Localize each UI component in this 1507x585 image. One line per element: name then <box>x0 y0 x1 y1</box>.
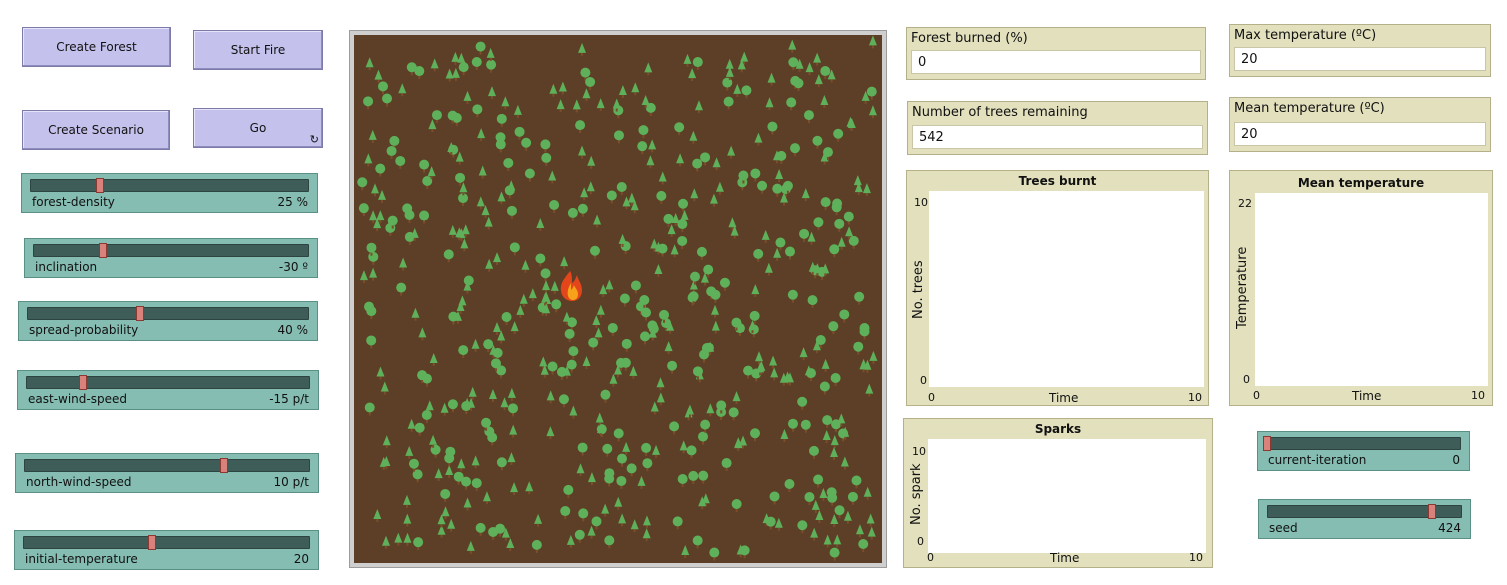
north-wind-speed-slider[interactable]: north-wind-speed 10 p/t <box>15 453 319 493</box>
monitor-value: 20 <box>1234 47 1486 71</box>
slider-track <box>24 458 310 473</box>
slider-knob[interactable] <box>96 178 105 193</box>
slider-label: east-wind-speed <box>28 392 127 406</box>
forever-loop-icon: ↻ <box>309 133 319 146</box>
plot-title: Sparks <box>1034 422 1082 436</box>
slider-track <box>30 178 309 193</box>
mean-temperature-monitor: Mean temperature (ºC) 20 <box>1229 97 1491 152</box>
plot-ylabel: No. trees <box>911 260 926 319</box>
plot-ymax: 10 <box>914 196 928 209</box>
trees-burnt-plot: Trees burnt 10 0 0 10 Time No. trees <box>906 170 1209 406</box>
slider-value: 20 <box>293 552 309 566</box>
slider-value: 25 % <box>277 195 309 209</box>
plot-ymax: 10 <box>912 445 926 458</box>
monitor-value: 20 <box>1234 122 1486 146</box>
seed-slider[interactable]: seed 424 <box>1258 499 1471 539</box>
plot-area <box>929 191 1204 387</box>
slider-label: initial-temperature <box>25 552 138 566</box>
plot-xmax: 10 <box>1188 391 1202 404</box>
forest-density-slider[interactable]: forest-density 25 % <box>21 173 318 213</box>
forest-burned-monitor: Forest burned (%) 0 <box>906 27 1206 80</box>
slider-label: spread-probability <box>29 323 139 337</box>
slider-value: 0 <box>1452 453 1460 467</box>
slider-value: -15 p/t <box>269 392 309 406</box>
slider-track <box>1267 504 1462 519</box>
slider-track <box>27 306 309 321</box>
plot-title: Mean temperature <box>1297 176 1425 190</box>
spread-probability-slider[interactable]: spread-probability 40 % <box>18 301 318 341</box>
slider-knob[interactable] <box>148 535 157 550</box>
create-scenario-label: Create Scenario <box>48 123 144 137</box>
slider-knob[interactable] <box>1263 436 1271 451</box>
slider-track <box>1263 436 1461 451</box>
sparks-plot: Sparks 10 0 0 10 Time No. spark <box>903 418 1213 568</box>
plot-area <box>1255 193 1488 386</box>
start-fire-label: Start Fire <box>230 43 286 57</box>
plot-xmin: 0 <box>927 551 934 564</box>
go-label: Go <box>249 121 267 135</box>
plot-xmin: 0 <box>1253 389 1260 402</box>
slider-label: seed <box>1269 521 1298 535</box>
monitor-value: 542 <box>912 125 1203 149</box>
slider-label: inclination <box>35 260 98 274</box>
inclination-slider[interactable]: inclination -30 º <box>24 238 318 278</box>
plot-ylabel: No. spark <box>909 463 924 525</box>
monitor-label: Mean temperature (ºC) <box>1234 101 1385 116</box>
slider-label: forest-density <box>32 195 115 209</box>
go-button[interactable]: Go ↻ <box>193 108 323 148</box>
monitor-label: Max temperature (ºC) <box>1234 28 1377 43</box>
plot-ylabel: Temperature <box>1235 246 1250 329</box>
start-fire-button[interactable]: Start Fire <box>193 30 323 70</box>
plot-xlabel: Time <box>1050 551 1080 565</box>
max-temperature-monitor: Max temperature (ºC) 20 <box>1229 24 1491 77</box>
slider-label: north-wind-speed <box>26 475 132 489</box>
forest-canvas <box>354 35 882 563</box>
slider-knob[interactable] <box>219 458 228 473</box>
east-wind-speed-slider[interactable]: east-wind-speed -15 p/t <box>17 370 319 410</box>
plot-title: Trees burnt <box>1018 174 1097 188</box>
slider-knob[interactable] <box>98 243 107 258</box>
plot-ymin: 0 <box>917 535 924 548</box>
mean-temperature-plot: Mean temperature 22 0 0 10 Time Temperat… <box>1229 170 1493 406</box>
trees-remaining-monitor: Number of trees remaining 542 <box>907 101 1208 155</box>
slider-track <box>26 375 310 390</box>
slider-knob[interactable] <box>79 375 88 390</box>
monitor-label: Number of trees remaining <box>912 105 1088 120</box>
monitor-label: Forest burned (%) <box>911 31 1028 46</box>
slider-track <box>33 243 309 258</box>
create-forest-button[interactable]: Create Forest <box>22 27 171 67</box>
plot-ymin: 0 <box>1243 373 1250 386</box>
plot-area <box>928 439 1206 553</box>
plot-xlabel: Time <box>1049 391 1079 405</box>
slider-track <box>23 535 310 550</box>
plot-xmax: 10 <box>1189 551 1203 564</box>
slider-value: 424 <box>1438 521 1461 535</box>
create-forest-label: Create Forest <box>56 40 137 54</box>
slider-value: -30 º <box>278 260 308 274</box>
current-iteration-slider[interactable]: current-iteration 0 <box>1257 431 1470 471</box>
plot-xlabel: Time <box>1352 389 1382 403</box>
world-view[interactable] <box>349 30 887 568</box>
plot-xmax: 10 <box>1471 389 1485 402</box>
plot-ymax: 22 <box>1238 197 1252 210</box>
plot-xmin: 0 <box>928 391 935 404</box>
slider-label: current-iteration <box>1268 453 1367 467</box>
initial-temperature-slider[interactable]: initial-temperature 20 <box>14 530 319 570</box>
slider-value: 40 % <box>277 323 309 337</box>
slider-value: 10 p/t <box>273 475 309 489</box>
plot-ymin: 0 <box>920 374 927 387</box>
slider-knob[interactable] <box>136 306 144 321</box>
slider-knob[interactable] <box>1428 504 1437 519</box>
monitor-value: 0 <box>911 50 1201 74</box>
create-scenario-button[interactable]: Create Scenario <box>22 110 170 150</box>
